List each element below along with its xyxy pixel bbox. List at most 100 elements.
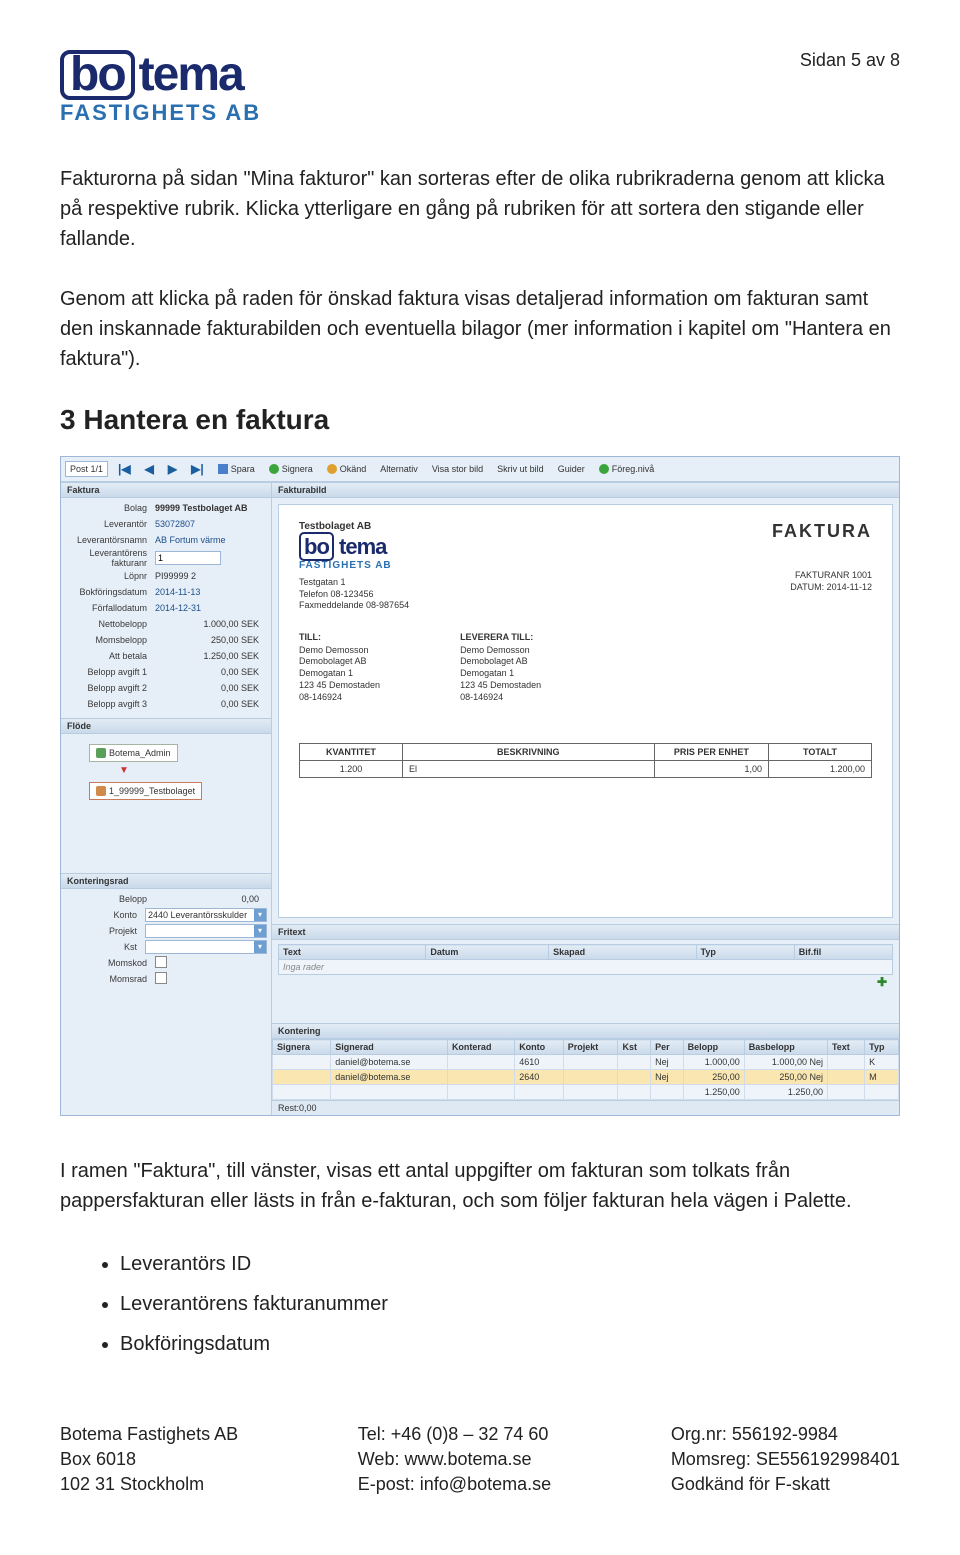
kr-momskod-label: Momskod bbox=[65, 958, 151, 968]
a1-value: 0,00 SEK bbox=[153, 667, 267, 677]
logo-bo: bo bbox=[60, 50, 135, 100]
kontering-table: Signera Signerad Konterad Konto Projekt … bbox=[272, 1039, 899, 1100]
inv-logo-sub: FASTIGHETS AB bbox=[299, 560, 409, 571]
kontering-panel-head: Kontering bbox=[272, 1023, 899, 1039]
inv-till-1: Demobolaget AB bbox=[299, 656, 380, 668]
leverantor-value[interactable]: 53072807 bbox=[153, 519, 267, 529]
kt-h-typ[interactable]: Typ bbox=[865, 1040, 899, 1055]
footer-c1-0: Botema Fastighets AB bbox=[60, 1422, 238, 1447]
kt-h-kst[interactable]: Kst bbox=[618, 1040, 651, 1055]
kr-belopp-value[interactable]: 0,00 bbox=[153, 894, 267, 904]
konteringsrad-panel-head: Konteringsrad bbox=[61, 873, 271, 889]
bullet-list: Leverantörs ID Leverantörens fakturanumm… bbox=[60, 1246, 900, 1362]
nav-next-button[interactable]: ▶ bbox=[164, 460, 181, 478]
kt-h-projekt[interactable]: Projekt bbox=[563, 1040, 618, 1055]
alternativ-button[interactable]: Alternativ bbox=[376, 462, 422, 476]
logo-sub: FASTIGHETS AB bbox=[60, 102, 261, 124]
bokdatum-label: Bokföringsdatum bbox=[65, 587, 151, 597]
paragraph-1: Fakturorna på sidan "Mina fakturor" kan … bbox=[60, 164, 900, 254]
footer-c2-2: E-post: info@botema.se bbox=[358, 1472, 551, 1497]
attbetala-label: Att betala bbox=[65, 651, 151, 661]
signera-button[interactable]: Signera bbox=[265, 462, 317, 476]
inv-row-be: El bbox=[402, 761, 654, 778]
a2-label: Belopp avgift 2 bbox=[65, 683, 151, 693]
inv-row-kv: 1.200 bbox=[300, 761, 403, 778]
bokdatum-value[interactable]: 2014-11-13 bbox=[153, 587, 267, 597]
moms-label: Momsbelopp bbox=[65, 635, 151, 645]
skriv-ut-bild-button[interactable]: Skriv ut bild bbox=[493, 462, 548, 476]
a3-label: Belopp avgift 3 bbox=[65, 699, 151, 709]
kr-kst-select[interactable]: ▾ bbox=[145, 940, 267, 954]
kr-momsrad-checkbox[interactable] bbox=[155, 972, 167, 984]
lopnr-value: PI99999 2 bbox=[153, 571, 267, 581]
kr-projekt-label: Projekt bbox=[65, 926, 141, 936]
bolag-label: Bolag bbox=[65, 503, 151, 513]
footer-c3-0: Org.nr: 556192-9984 bbox=[671, 1422, 900, 1447]
ft-h-bif[interactable]: Bif.fil bbox=[794, 945, 892, 960]
check-icon bbox=[269, 464, 279, 474]
kt-h-per[interactable]: Per bbox=[651, 1040, 684, 1055]
okand-button[interactable]: Okänd bbox=[323, 462, 371, 476]
levnamn-value: AB Fortum värme bbox=[153, 535, 267, 545]
table-row[interactable]: daniel@botema.se 4610 Nej 1.000,00 1.000… bbox=[273, 1055, 899, 1070]
nav-first-button[interactable]: |◀ bbox=[114, 460, 135, 478]
kt-h-belopp[interactable]: Belopp bbox=[683, 1040, 744, 1055]
footer-c2-1: Web: www.botema.se bbox=[358, 1447, 551, 1472]
forfdatum-label: Förfallodatum bbox=[65, 603, 151, 613]
ft-h-typ[interactable]: Typ bbox=[696, 945, 794, 960]
inv-lev-2: Demogatan 1 bbox=[460, 668, 541, 680]
kr-projekt-select[interactable]: ▾ bbox=[145, 924, 267, 938]
paragraph-3: I ramen "Faktura", till vänster, visas e… bbox=[60, 1156, 900, 1216]
forfdatum-value[interactable]: 2014-12-31 bbox=[153, 603, 267, 613]
inv-th-be: BESKRIVNING bbox=[402, 744, 654, 761]
table-row-sum: 1.250,00 1.250,00 bbox=[273, 1085, 899, 1100]
dropdown-icon: ▾ bbox=[254, 925, 266, 937]
leverantor-label: Leverantör bbox=[65, 519, 151, 529]
visa-stor-bild-button[interactable]: Visa stor bild bbox=[428, 462, 487, 476]
guider-button[interactable]: Guider bbox=[554, 462, 589, 476]
kt-h-signerad[interactable]: Signerad bbox=[331, 1040, 448, 1055]
kt-h-basbelopp[interactable]: Basbelopp bbox=[744, 1040, 827, 1055]
ft-h-text[interactable]: Text bbox=[279, 945, 426, 960]
inv-till-2: Demogatan 1 bbox=[299, 668, 380, 680]
kr-konto-label: Konto bbox=[65, 910, 141, 920]
table-row[interactable]: daniel@botema.se 2640 Nej 250,00 250,00 … bbox=[273, 1070, 899, 1085]
flow-admin-box[interactable]: Botema_Admin bbox=[89, 744, 178, 762]
kr-momskod-checkbox[interactable] bbox=[155, 956, 167, 968]
moms-value: 250,00 SEK bbox=[153, 635, 267, 645]
footer-c3-2: Godkänd för F-skatt bbox=[671, 1472, 900, 1497]
invoice-line-table: KVANTITET BESKRIVNING PRIS PER ENHET TOT… bbox=[299, 743, 872, 778]
kt-h-konto[interactable]: Konto bbox=[515, 1040, 564, 1055]
footer-c1-1: Box 6018 bbox=[60, 1447, 238, 1472]
nav-last-button[interactable]: ▶| bbox=[187, 460, 208, 478]
ft-empty: Inga rader bbox=[279, 960, 893, 975]
a3-value: 0,00 SEK bbox=[153, 699, 267, 709]
fritext-table: Text Datum Skapad Typ Bif.fil Inga rader bbox=[278, 944, 893, 975]
post-indicator: Post 1/1 bbox=[65, 461, 108, 477]
kr-konto-select[interactable]: 2440 Leverantörsskulder▾ bbox=[145, 908, 267, 922]
toolbar: Post 1/1 |◀ ◀ ▶ ▶| Spara Signera Okänd A… bbox=[61, 457, 899, 482]
ft-h-skapad[interactable]: Skapad bbox=[549, 945, 696, 960]
inv-lev-3: 123 45 Demostaden bbox=[460, 680, 541, 692]
kt-h-text[interactable]: Text bbox=[827, 1040, 864, 1055]
list-item: Leverantörs ID bbox=[120, 1246, 900, 1282]
flow-test-box[interactable]: 1_99999_Testbolaget bbox=[89, 782, 202, 800]
kr-momsrad-label: Momsrad bbox=[65, 974, 151, 984]
netto-value: 1.000,00 SEK bbox=[153, 619, 267, 629]
nav-prev-button[interactable]: ◀ bbox=[141, 460, 158, 478]
levfaktnr-input[interactable] bbox=[155, 551, 221, 565]
inv-th-to: TOTALT bbox=[769, 744, 872, 761]
inv-addr3: Faxmeddelande 08-987654 bbox=[299, 600, 409, 612]
inv-logo-bo: bo bbox=[299, 532, 334, 561]
kt-h-konterad[interactable]: Konterad bbox=[447, 1040, 514, 1055]
add-row-button[interactable]: ✚ bbox=[877, 975, 893, 989]
inv-till-4: 08-146924 bbox=[299, 692, 380, 704]
page-number: Sidan 5 av 8 bbox=[800, 50, 900, 71]
spara-button[interactable]: Spara bbox=[214, 462, 259, 476]
ft-h-datum[interactable]: Datum bbox=[426, 945, 549, 960]
flow-arrow-icon: ▼ bbox=[119, 765, 267, 776]
kt-h-signera[interactable]: Signera bbox=[273, 1040, 331, 1055]
footer-c1-2: 102 31 Stockholm bbox=[60, 1472, 238, 1497]
kr-kst-label: Kst bbox=[65, 942, 141, 952]
foreg-niva-button[interactable]: Föreg.nivå bbox=[595, 462, 659, 476]
